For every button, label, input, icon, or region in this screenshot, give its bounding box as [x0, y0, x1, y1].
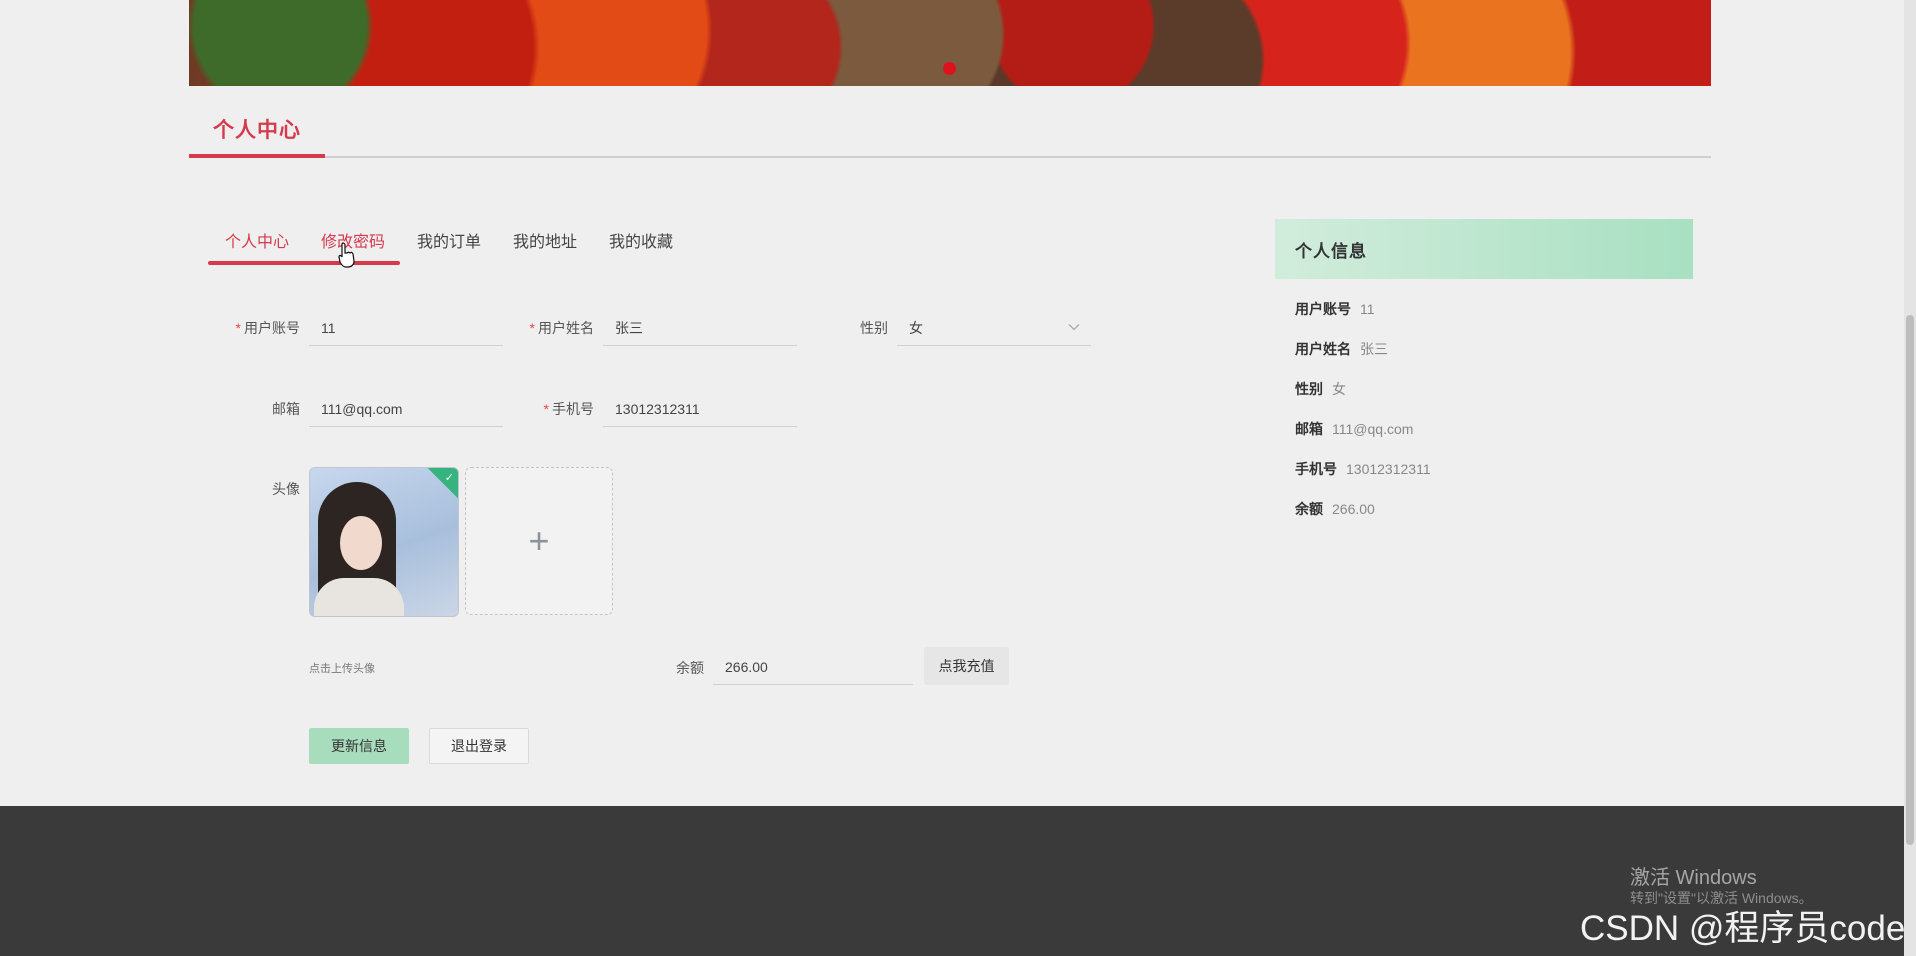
page-title-underline	[189, 154, 325, 158]
account-label-text: 用户账号	[244, 320, 300, 336]
logout-button[interactable]: 退出登录	[429, 728, 529, 764]
check-icon: ✓	[444, 472, 454, 484]
email-label: 邮箱	[272, 401, 300, 417]
tab-my-addresses[interactable]: 我的地址	[513, 228, 577, 252]
info-row-phone: 手机号 13012312311	[1295, 459, 1431, 479]
chevron-down-icon[interactable]	[1067, 320, 1081, 334]
csdn-watermark: CSDN @程序员code	[1580, 909, 1906, 948]
balance-label: 余额	[676, 660, 704, 676]
pointer-cursor-icon	[338, 242, 355, 268]
upload-success-badge	[426, 468, 458, 500]
info-key: 余额	[1295, 501, 1323, 517]
info-row-email: 邮箱 111@qq.com	[1295, 419, 1413, 439]
required-mark: *	[543, 401, 549, 417]
name-label: * 用户姓名	[494, 318, 594, 338]
carousel-dot-active[interactable]	[943, 62, 956, 75]
info-value: 111@qq.com	[1332, 421, 1414, 437]
page-scrollbar[interactable]	[1904, 0, 1916, 956]
update-info-button[interactable]: 更新信息	[309, 728, 409, 764]
info-key: 邮箱	[1295, 421, 1323, 437]
upload-hint: 点击上传头像	[309, 663, 375, 675]
email-field[interactable]	[309, 391, 503, 427]
info-panel-title: 个人信息	[1275, 219, 1693, 279]
tab-active-indicator	[208, 261, 400, 265]
info-key: 性别	[1295, 381, 1323, 397]
name-field[interactable]	[603, 310, 797, 346]
tab-my-favorites[interactable]: 我的收藏	[609, 228, 673, 252]
info-key: 用户姓名	[1295, 341, 1351, 357]
info-value: 张三	[1360, 341, 1388, 357]
tab-personal-center[interactable]: 个人中心	[225, 228, 289, 252]
info-key: 手机号	[1295, 461, 1337, 477]
tab-my-orders[interactable]: 我的订单	[417, 228, 481, 252]
info-row-balance: 余额 266.00	[1295, 499, 1375, 519]
avatar-image[interactable]: ✓	[309, 467, 459, 617]
balance-field[interactable]	[713, 649, 913, 685]
name-label-text: 用户姓名	[538, 320, 594, 336]
page-title: 个人中心	[213, 119, 301, 142]
avatar-upload-button[interactable]: +	[465, 467, 613, 615]
avatar-label: 头像	[272, 481, 300, 497]
info-value: 266.00	[1332, 501, 1375, 517]
plus-icon: +	[528, 520, 550, 561]
info-value: 11	[1360, 301, 1375, 317]
account-label: * 用户账号	[200, 318, 300, 338]
required-mark: *	[235, 320, 241, 336]
info-value: 13012312311	[1346, 461, 1431, 477]
account-field[interactable]	[309, 310, 503, 346]
required-mark: *	[529, 320, 535, 336]
avatar-body	[314, 578, 404, 616]
info-row-gender: 性别女	[1295, 379, 1346, 399]
info-key: 用户账号	[1295, 301, 1351, 317]
gender-label: 性别	[860, 320, 888, 336]
avatar-face	[340, 516, 382, 570]
phone-label: * 手机号	[494, 399, 594, 419]
recharge-button[interactable]: 点我充值	[924, 647, 1009, 685]
info-row-account: 用户账号 11	[1295, 299, 1375, 319]
personal-info-panel: 个人信息 用户账号 11 用户姓名 张三 性别女 邮箱 111@qq.com 手机号 1…	[1275, 219, 1693, 517]
phone-field[interactable]	[603, 391, 797, 427]
banner-carousel[interactable]	[189, 0, 1711, 86]
section-divider	[189, 156, 1711, 158]
phone-label-text: 手机号	[552, 401, 594, 417]
windows-activation-title: 激活 Windows	[1630, 867, 1757, 889]
scrollbar-thumb[interactable]	[1906, 315, 1914, 845]
info-row-name: 用户姓名 张三	[1295, 339, 1388, 359]
gender-select[interactable]	[897, 310, 1091, 346]
info-value: 女	[1332, 381, 1346, 397]
